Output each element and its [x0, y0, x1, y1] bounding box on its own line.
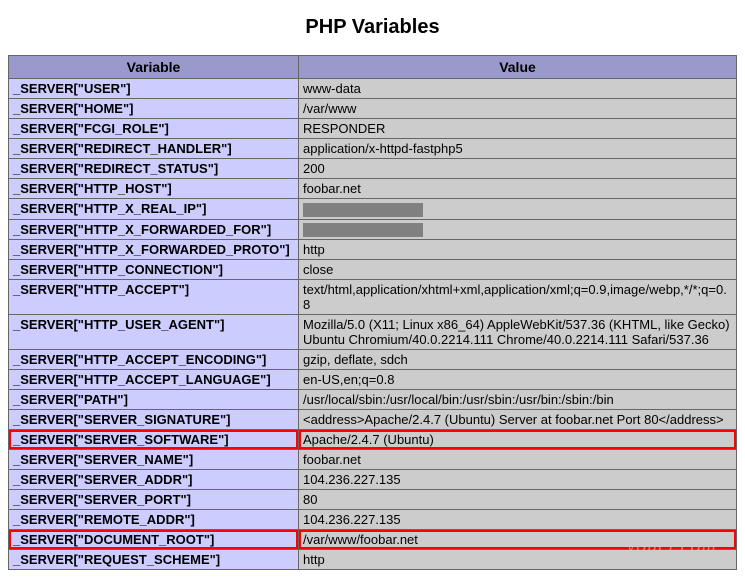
- value-cell: foobar.net: [299, 450, 737, 470]
- table-row: _SERVER["SERVER_PORT"]80: [9, 490, 737, 510]
- variable-cell: _SERVER["HTTP_X_REAL_IP"]: [9, 199, 299, 220]
- table-row: _SERVER["HTTP_X_FORWARDED_FOR"]: [9, 219, 737, 240]
- table-row: _SERVER["DOCUMENT_ROOT"]/var/www/foobar.…: [9, 530, 737, 550]
- value-cell: gzip, deflate, sdch: [299, 350, 737, 370]
- header-value: Value: [299, 56, 737, 79]
- variable-cell: _SERVER["HOME"]: [9, 99, 299, 119]
- value-cell: application/x-httpd-fastphp5: [299, 139, 737, 159]
- table-row: _SERVER["REDIRECT_HANDLER"]application/x…: [9, 139, 737, 159]
- table-row: _SERVER["USER"]www-data: [9, 79, 737, 99]
- table-row: _SERVER["SERVER_SIGNATURE"]<address>Apac…: [9, 410, 737, 430]
- variable-cell: _SERVER["REMOTE_ADDR"]: [9, 510, 299, 530]
- page-title: PHP Variables: [8, 16, 737, 39]
- table-row: _SERVER["REQUEST_SCHEME"]http: [9, 550, 737, 570]
- variable-cell: _SERVER["HTTP_USER_AGENT"]: [9, 315, 299, 350]
- variables-table: Variable Value _SERVER["USER"]www-data_S…: [8, 55, 737, 570]
- variable-cell: _SERVER["HTTP_ACCEPT_ENCODING"]: [9, 350, 299, 370]
- table-row: _SERVER["HTTP_ACCEPT_ENCODING"]gzip, def…: [9, 350, 737, 370]
- table-row: _SERVER["HOME"]/var/www: [9, 99, 737, 119]
- value-cell: Mozilla/5.0 (X11; Linux x86_64) AppleWeb…: [299, 315, 737, 350]
- table-row: _SERVER["HTTP_USER_AGENT"]Mozilla/5.0 (X…: [9, 315, 737, 350]
- value-cell: foobar.net: [299, 179, 737, 199]
- value-cell: 80: [299, 490, 737, 510]
- redacted-block: [303, 203, 423, 217]
- variable-cell: _SERVER["HTTP_X_FORWARDED_FOR"]: [9, 219, 299, 240]
- value-cell: en-US,en;q=0.8: [299, 370, 737, 390]
- table-header-row: Variable Value: [9, 56, 737, 79]
- value-cell: http: [299, 550, 737, 570]
- value-cell: 200: [299, 159, 737, 179]
- variable-cell: _SERVER["USER"]: [9, 79, 299, 99]
- table-row: _SERVER["HTTP_HOST"]foobar.net: [9, 179, 737, 199]
- table-row: _SERVER["SERVER_NAME"]foobar.net: [9, 450, 737, 470]
- value-cell: Apache/2.4.7 (Ubuntu): [299, 430, 737, 450]
- variable-cell: _SERVER["REDIRECT_HANDLER"]: [9, 139, 299, 159]
- variable-cell: _SERVER["SERVER_SIGNATURE"]: [9, 410, 299, 430]
- table-row: _SERVER["FCGI_ROLE"]RESPONDER: [9, 119, 737, 139]
- value-cell: 104.236.227.135: [299, 470, 737, 490]
- variable-cell: _SERVER["HTTP_HOST"]: [9, 179, 299, 199]
- value-cell: /var/www: [299, 99, 737, 119]
- value-cell: www-data: [299, 79, 737, 99]
- value-cell: close: [299, 260, 737, 280]
- value-cell: /usr/local/sbin:/usr/local/bin:/usr/sbin…: [299, 390, 737, 410]
- page-container: PHP Variables Variable Value _SERVER["US…: [8, 16, 737, 570]
- table-row: _SERVER["SERVER_ADDR"]104.236.227.135: [9, 470, 737, 490]
- variable-cell: _SERVER["HTTP_ACCEPT"]: [9, 280, 299, 315]
- header-variable: Variable: [9, 56, 299, 79]
- table-row: _SERVER["REDIRECT_STATUS"]200: [9, 159, 737, 179]
- table-row: _SERVER["REMOTE_ADDR"]104.236.227.135: [9, 510, 737, 530]
- variable-cell: _SERVER["REDIRECT_STATUS"]: [9, 159, 299, 179]
- variable-cell: _SERVER["HTTP_ACCEPT_LANGUAGE"]: [9, 370, 299, 390]
- table-row: _SERVER["PATH"]/usr/local/sbin:/usr/loca…: [9, 390, 737, 410]
- variable-cell: _SERVER["SERVER_SOFTWARE"]: [9, 430, 299, 450]
- value-cell: [299, 199, 737, 220]
- variable-cell: _SERVER["SERVER_PORT"]: [9, 490, 299, 510]
- value-cell: text/html,application/xhtml+xml,applicat…: [299, 280, 737, 315]
- variable-cell: _SERVER["DOCUMENT_ROOT"]: [9, 530, 299, 550]
- value-cell: RESPONDER: [299, 119, 737, 139]
- table-row: _SERVER["SERVER_SOFTWARE"]Apache/2.4.7 (…: [9, 430, 737, 450]
- variable-cell: _SERVER["PATH"]: [9, 390, 299, 410]
- value-cell: [299, 219, 737, 240]
- variable-cell: _SERVER["SERVER_NAME"]: [9, 450, 299, 470]
- value-cell: /var/www/foobar.net: [299, 530, 737, 550]
- value-cell: 104.236.227.135: [299, 510, 737, 530]
- variable-cell: _SERVER["FCGI_ROLE"]: [9, 119, 299, 139]
- variable-cell: _SERVER["REQUEST_SCHEME"]: [9, 550, 299, 570]
- table-row: _SERVER["HTTP_ACCEPT"]text/html,applicat…: [9, 280, 737, 315]
- value-cell: http: [299, 240, 737, 260]
- table-row: _SERVER["HTTP_X_REAL_IP"]: [9, 199, 737, 220]
- variable-cell: _SERVER["HTTP_CONNECTION"]: [9, 260, 299, 280]
- redacted-block: [303, 223, 423, 237]
- table-row: _SERVER["HTTP_CONNECTION"]close: [9, 260, 737, 280]
- table-row: _SERVER["HTTP_ACCEPT_LANGUAGE"]en-US,en;…: [9, 370, 737, 390]
- value-cell: <address>Apache/2.4.7 (Ubuntu) Server at…: [299, 410, 737, 430]
- variable-cell: _SERVER["SERVER_ADDR"]: [9, 470, 299, 490]
- variable-cell: _SERVER["HTTP_X_FORWARDED_PROTO"]: [9, 240, 299, 260]
- table-row: _SERVER["HTTP_X_FORWARDED_PROTO"]http: [9, 240, 737, 260]
